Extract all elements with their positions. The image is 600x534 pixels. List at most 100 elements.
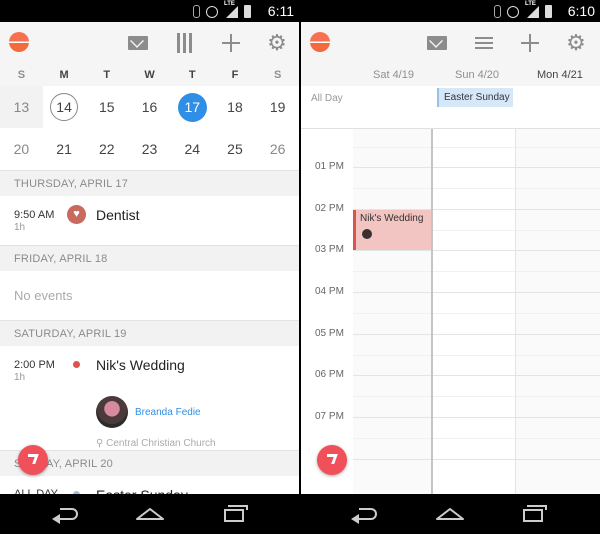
calendar-day[interactable]: 25 <box>214 128 257 170</box>
avatar <box>362 229 372 239</box>
home-button[interactable] <box>435 505 465 523</box>
event-title: Dentist <box>96 207 140 223</box>
event-title: Nik's Wedding <box>96 357 185 373</box>
weekday-label: T <box>188 69 196 81</box>
today-icon <box>327 454 337 465</box>
day-header-mon[interactable]: Mon 4/21 <box>537 64 583 86</box>
weekday-label: S <box>274 69 282 81</box>
signal-icon: LTE <box>224 1 238 18</box>
signal-icon: LTE <box>525 1 539 18</box>
home-icon <box>136 508 164 520</box>
hour-label: 06 PM <box>315 369 344 380</box>
calendar-day[interactable]: 15 <box>85 86 129 128</box>
inbox-icon[interactable] <box>426 33 448 53</box>
week-row-2: 20 21 22 23 24 25 26 <box>0 128 299 170</box>
calendar-day[interactable]: 23 <box>128 128 171 170</box>
section-header-saturday: SATURDAY, APRIL 19 <box>0 320 299 346</box>
hour-label: 04 PM <box>315 286 344 297</box>
nav-bar <box>0 494 299 534</box>
calendar-day[interactable]: 16 <box>128 86 171 128</box>
weekday-label: W <box>144 69 155 81</box>
view-switch-icon[interactable] <box>174 33 196 53</box>
no-events-label: No events <box>0 271 299 320</box>
time-grid: 01 PM 02 PM 03 PM 04 PM 05 PM 06 PM 07 P… <box>301 129 600 494</box>
toolbar: ⚙ <box>301 22 600 64</box>
hour-label: 05 PM <box>315 328 344 339</box>
nav-bar <box>301 494 600 534</box>
back-icon <box>351 508 377 524</box>
week-row-1: 13 14 15 16 17 18 19 <box>0 86 299 128</box>
calendar-day-today[interactable]: 14 <box>42 86 86 128</box>
settings-gear-icon[interactable]: ⚙ <box>565 32 587 54</box>
weekday-header: S M T W T F S <box>0 64 299 86</box>
event-dentist[interactable]: 9:50 AM 1h ♥ Dentist <box>0 196 299 245</box>
section-header-thursday: THURSDAY, APRIL 17 <box>0 170 299 196</box>
event-block-niks-wedding[interactable]: Nik's Wedding <box>353 210 431 250</box>
section-header-friday: FRIDAY, APRIL 18 <box>0 245 299 271</box>
hour-label: 03 PM <box>315 244 344 255</box>
back-button[interactable] <box>52 505 82 524</box>
avatar[interactable] <box>96 396 128 428</box>
today-icon <box>28 454 38 465</box>
weekday-label: S <box>17 69 26 81</box>
tooth-icon: ♥ <box>67 205 86 224</box>
hour-label: 01 PM <box>315 161 344 172</box>
day-divider <box>431 129 433 494</box>
calendar-day-selected[interactable]: 17 <box>170 86 214 128</box>
status-time: 6:11 <box>267 3 294 19</box>
recents-button[interactable] <box>220 505 250 523</box>
right-screen: LTE 6:10 ⚙ Sat 4/19 Sun 4/20 Mon 4/21 Al… <box>301 0 600 534</box>
back-icon <box>52 508 78 524</box>
calendar-day[interactable]: 26 <box>256 128 299 170</box>
recents-button[interactable] <box>519 505 549 523</box>
app-logo-icon[interactable] <box>9 32 29 52</box>
inbox-icon[interactable] <box>127 33 149 53</box>
weekday-label: F <box>231 69 239 81</box>
event-niks-wedding[interactable]: 2:00 PM 1h Nik's Wedding Breanda Fedie ⚲… <box>0 346 299 450</box>
all-day-row: All Day Easter Sunday <box>301 86 600 129</box>
calendar-day[interactable]: 20 <box>0 128 43 170</box>
add-event-icon[interactable] <box>220 33 242 53</box>
view-switch-icon[interactable] <box>473 33 495 53</box>
battery-icon <box>244 4 251 18</box>
event-location[interactable]: ⚲ Central Christian Church <box>96 438 216 449</box>
event-duration: 1h <box>14 222 26 233</box>
event-duration: 1h <box>14 372 26 383</box>
weekday-label: M <box>59 69 69 81</box>
event-time: 9:50 AM <box>14 209 55 221</box>
event-color-dot <box>73 361 80 368</box>
home-button[interactable] <box>135 505 165 523</box>
toolbar: ⚙ <box>0 22 299 64</box>
status-bar: LTE 6:11 <box>0 0 299 22</box>
day-header-sat[interactable]: Sat 4/19 <box>373 64 414 86</box>
calendar-day[interactable]: 13 <box>0 86 43 128</box>
today-fab-button[interactable] <box>18 445 48 475</box>
calendar-day[interactable]: 19 <box>256 86 299 128</box>
status-bar: LTE 6:10 <box>301 0 600 22</box>
calendar-day[interactable]: 24 <box>171 128 214 170</box>
event-time: 2:00 PM <box>14 359 55 371</box>
day-header-sun[interactable]: Sun 4/20 <box>455 64 499 86</box>
bluetooth-icon <box>494 4 501 18</box>
hour-label: 02 PM <box>315 203 344 214</box>
all-day-event-easter[interactable]: Easter Sunday <box>437 88 513 107</box>
recents-icon <box>523 505 547 522</box>
day-headers: Sat 4/19 Sun 4/20 Mon 4/21 <box>301 64 600 86</box>
back-button[interactable] <box>351 505 381 524</box>
calendar-day[interactable]: 21 <box>43 128 86 170</box>
left-screen: LTE 6:11 ⚙ S M T W T F S 13 14 15 16 17 … <box>0 0 299 534</box>
home-icon <box>436 508 464 520</box>
calendar-day[interactable]: 22 <box>85 128 128 170</box>
bluetooth-icon <box>193 4 200 18</box>
app-logo-icon[interactable] <box>310 32 330 52</box>
alarm-icon <box>507 5 519 18</box>
hour-label: 07 PM <box>315 411 344 422</box>
calendar-day[interactable]: 18 <box>213 86 257 128</box>
alarm-icon <box>206 5 218 18</box>
today-fab-button[interactable] <box>317 445 347 475</box>
attendee-name[interactable]: Breanda Fedie <box>135 407 201 418</box>
battery-icon <box>545 4 552 18</box>
settings-gear-icon[interactable]: ⚙ <box>266 32 288 54</box>
add-event-icon[interactable] <box>519 33 541 53</box>
all-day-label: All Day <box>311 93 343 104</box>
